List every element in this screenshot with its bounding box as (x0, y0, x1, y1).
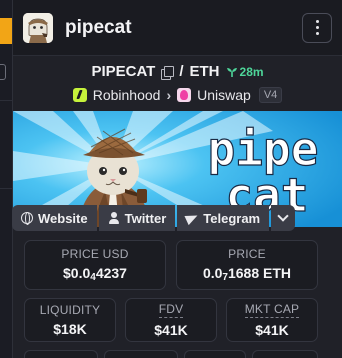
stat-card-partial (252, 350, 318, 358)
website-button[interactable]: Website (12, 205, 97, 231)
copy-icon[interactable] (161, 65, 175, 80)
seedling-icon (226, 67, 237, 77)
price-usd-label: PRICE USD (61, 247, 129, 261)
token-header: pipecat (13, 0, 342, 56)
fdv-value: $41K (154, 322, 188, 338)
mkt-cap-value: $41K (255, 322, 289, 338)
dex-link[interactable]: Uniswap (197, 87, 251, 103)
mkt-cap-label: MKT CAP (244, 302, 300, 318)
liquidity-card: LIQUIDITY $18K (24, 298, 116, 342)
website-label: Website (38, 210, 88, 226)
pair-route: Robinhood › Uniswap V4 (13, 87, 342, 103)
more-socials-button[interactable] (271, 205, 296, 231)
more-options-button[interactable] (302, 12, 332, 43)
price-usd-card: PRICE USD $0.044237 (24, 240, 166, 290)
background-accent (0, 18, 12, 44)
stat-card-partial (104, 350, 178, 358)
telegram-icon (184, 210, 200, 226)
twitter-label: Twitter (124, 210, 167, 226)
fdv-label: FDV (158, 302, 184, 318)
price-eth-value: 0.071688 ETH (202, 265, 292, 283)
person-icon (108, 212, 120, 224)
background-page (0, 0, 12, 358)
globe-icon (21, 212, 33, 225)
pair-age: 28m (226, 65, 264, 79)
dex-version-badge: V4 (258, 87, 283, 103)
mkt-cap-card[interactable]: MKT CAP $41K (226, 298, 318, 342)
background-control (0, 64, 6, 80)
telegram-label: Telegram (203, 210, 261, 226)
pair-separator: / (179, 63, 184, 80)
price-eth-label: PRICE (228, 247, 266, 261)
token-avatar (23, 12, 53, 43)
price-eth-card: PRICE 0.071688 ETH (176, 240, 318, 290)
liquidity-value: $18K (53, 321, 87, 337)
quote-symbol: ETH (189, 63, 220, 80)
telegram-button[interactable]: Telegram (177, 205, 270, 231)
chevron-down-icon (277, 210, 289, 222)
stat-card-partial (184, 350, 246, 358)
chain-link[interactable]: Robinhood (93, 87, 161, 103)
uniswap-icon (177, 88, 192, 102)
chevron-right-icon: › (166, 87, 172, 103)
fdv-card[interactable]: FDV $41K (125, 298, 217, 342)
price-usd-value: $0.044237 (63, 265, 127, 283)
robinhood-icon (72, 88, 87, 102)
stat-card-partial (24, 350, 98, 358)
pair-title: PIPECAT / ETH 28m (13, 63, 342, 80)
token-symbol: PIPECAT (91, 63, 156, 80)
social-links: Website Twitter Telegram (12, 205, 296, 231)
twitter-button[interactable]: Twitter (98, 205, 176, 231)
background-divider (0, 100, 12, 101)
pair-age-value: 28m (239, 64, 264, 79)
liquidity-label: LIQUIDITY (39, 303, 101, 317)
background-divider (0, 188, 12, 189)
token-name: pipecat (65, 16, 132, 38)
